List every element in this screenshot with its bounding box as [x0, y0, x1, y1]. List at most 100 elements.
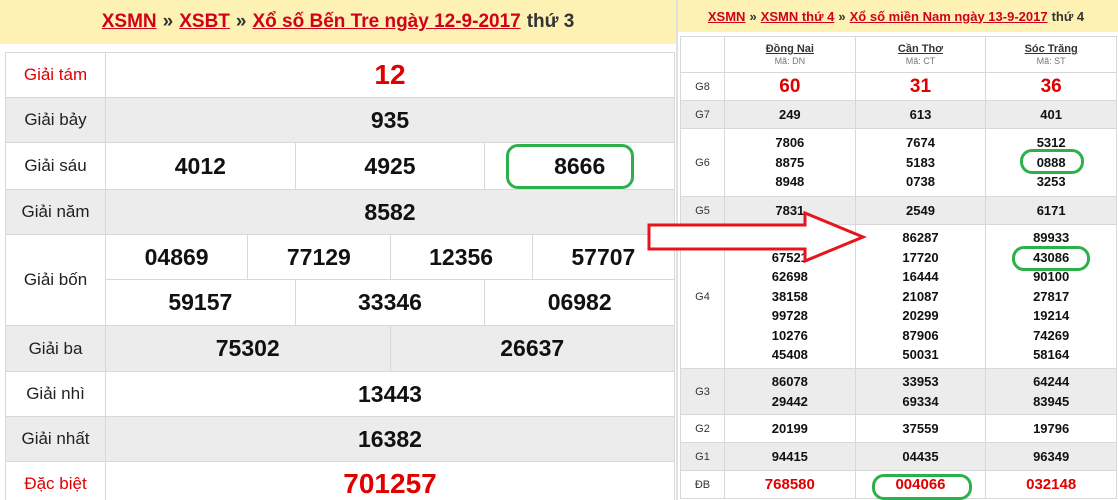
right-results-table: Đồng Nai Mã: DN Cần Thơ Mã: CT Sóc Trăng… [680, 36, 1117, 499]
result-stack: 86078 29442 [724, 368, 856, 415]
result-value: 45408 [771, 347, 808, 363]
row-g4: G4 03323 67521 62698 38158 99728 10276 4… [680, 224, 1117, 369]
breadcrumb-separator: » [235, 11, 247, 32]
result-value: 7806 [775, 135, 805, 151]
row-label: G6 [680, 128, 725, 197]
breadcrumb-weekday: thứ 4 [1051, 8, 1085, 24]
prize-value-special: 701257 [105, 461, 675, 500]
row-label: G5 [680, 196, 725, 225]
prize-row-g4: Giải bốn 04869 77129 12356 57707 59157 3… [5, 234, 675, 326]
prize-value: 04869 [144, 243, 209, 270]
result-value: 67521 [771, 249, 808, 265]
breadcrumb-link-mien-nam-date[interactable]: Xổ số miền Nam ngày 13-9-2017 [850, 9, 1048, 24]
result-value: 31 [854, 72, 987, 101]
prize-value: 77129 [247, 235, 389, 279]
result-value: 7674 [906, 135, 935, 151]
result-value-special: 768580 [724, 470, 856, 499]
result-value: 17720 [902, 249, 939, 265]
result-value: 16444 [902, 269, 939, 285]
row-g6: G6 7806 8875 8948 7674 5183 0738 5312 08… [680, 128, 1117, 197]
result-value: 74269 [1033, 327, 1070, 343]
prize-label: Giải sáu [5, 142, 106, 190]
prize-label: Đặc biệt [5, 461, 106, 500]
result-value: 6171 [985, 196, 1117, 225]
result-value: 38158 [771, 288, 808, 304]
prize-value: 13443 [105, 371, 675, 417]
right-result-panel: XSMN » XSMN thứ 4 » Xổ số miền Nam ngày … [676, 0, 1118, 500]
result-value: 613 [854, 100, 987, 129]
result-value: 62698 [771, 269, 808, 285]
prize-value: 12 [105, 52, 675, 98]
result-stack: 89933 43086 90100 27817 19214 74269 5816… [985, 224, 1117, 369]
breadcrumb-link-xsmn-wednesday[interactable]: XSMN thứ 4 [761, 9, 835, 24]
prize-value: 33346 [294, 280, 485, 325]
breadcrumb-link-ben-tre-date[interactable]: Xổ số Bến Tre ngày 12-9-2017 [252, 11, 520, 33]
row-g2: G2 20199 37559 19796 [680, 414, 1117, 443]
province-header: Sóc Trăng Mã: ST [985, 36, 1117, 73]
result-value-special: 032148 [985, 470, 1117, 499]
result-value: 21087 [902, 288, 939, 304]
row-db: ĐB 768580 004066 032148 [680, 470, 1117, 499]
prize-value: 75302 [215, 335, 280, 361]
left-breadcrumb: XSMN » XSBT » Xổ số Bến Tre ngày 12-9-20… [0, 0, 676, 44]
prize-value: 4925 [294, 143, 485, 189]
row-label: G2 [680, 414, 725, 443]
result-stack: 86287 17720 16444 21087 20299 87906 5003… [854, 224, 987, 369]
province-code: Mã: DN [774, 56, 806, 66]
comparison-image: XSMN » XSBT » Xổ số Bến Tre ngày 12-9-20… [0, 0, 1118, 500]
prize-values-cell: 4012 4925 8666 [105, 142, 675, 190]
prize-value: 59157 [168, 289, 233, 315]
result-stack: 03323 67521 62698 38158 99728 10276 4540… [724, 224, 856, 369]
result-value: 86078 [771, 374, 808, 389]
prize-label: Giải tám [5, 52, 106, 98]
row-label: G7 [680, 100, 725, 129]
result-value: 86287 [902, 230, 939, 246]
breadcrumb-link-xsmn[interactable]: XSMN [102, 11, 157, 33]
result-value: 401 [985, 100, 1117, 129]
breadcrumb-separator: » [749, 8, 757, 24]
prize-value: 06982 [484, 280, 674, 325]
result-value: 69334 [902, 393, 939, 409]
result-value: 7831 [724, 196, 856, 225]
breadcrumb-link-xsbt[interactable]: XSBT [179, 11, 230, 33]
result-value: 37559 [854, 414, 987, 443]
prize-row-g2: Giải nhì 13443 [5, 371, 675, 417]
row-label: G8 [680, 72, 725, 101]
left-results-table: Giải tám 12 Giải bảy 935 Giải sáu 4012 4… [5, 52, 675, 500]
breadcrumb-link-xsmn[interactable]: XSMN [708, 9, 746, 24]
result-value: 0738 [906, 174, 935, 190]
result-value: 04435 [854, 442, 987, 471]
result-value: 5183 [906, 154, 935, 170]
row-label: G1 [680, 442, 725, 471]
result-value: 87906 [902, 327, 939, 343]
prize-value: 57707 [531, 235, 674, 279]
result-value: 64244 [1033, 374, 1070, 389]
result-value: 0888 [1036, 154, 1066, 170]
prize-label: Giải nhất [5, 416, 106, 462]
row-label: G3 [680, 368, 725, 415]
result-value: 5312 [1036, 135, 1066, 151]
province-link[interactable]: Đồng Nai [725, 43, 855, 55]
result-value: 94415 [724, 442, 856, 471]
row-g8: G8 60 31 36 [680, 72, 1117, 101]
result-stack: 7674 5183 0738 [854, 128, 987, 197]
province-link[interactable]: Cần Thơ [856, 43, 986, 55]
result-value: 20299 [902, 308, 939, 324]
breadcrumb-separator: » [162, 11, 174, 32]
prize-value: 935 [105, 97, 675, 143]
result-value: 19796 [985, 414, 1117, 443]
result-value: 29442 [771, 393, 808, 409]
prize-values-cell: 04869 77129 12356 57707 59157 33346 0698… [105, 234, 675, 326]
prize-label: Giải ba [5, 325, 106, 372]
result-stack: 7806 8875 8948 [724, 128, 856, 197]
prize-label: Giải năm [5, 189, 106, 235]
row-g7: G7 249 613 401 [680, 100, 1117, 129]
prize-value: 8582 [105, 189, 675, 235]
prize-label: Giải bảy [5, 97, 106, 143]
province-link[interactable]: Sóc Trăng [986, 43, 1116, 55]
prize-value: 4012 [174, 152, 226, 179]
prize-row-g6: Giải sáu 4012 4925 8666 [5, 142, 675, 190]
result-value: 83945 [1033, 393, 1070, 409]
result-value: 96349 [985, 442, 1117, 471]
result-stack: 33953 69334 [854, 368, 987, 415]
